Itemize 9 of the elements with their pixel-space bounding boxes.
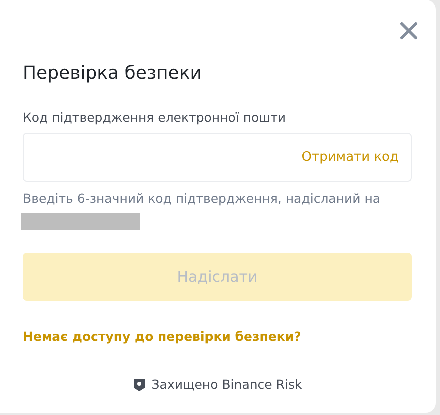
help-link[interactable]: Немає доступу до перевірки безпеки? [23, 328, 302, 347]
shield-icon [132, 378, 146, 392]
dialog-title: Перевірка безпеки [23, 63, 203, 85]
code-input-field[interactable]: Отримати код [23, 133, 412, 182]
field-label: Код підтвердження електронної пошти [23, 108, 288, 127]
hint-text: Введіть 6-значний код підтвердження, надісланий на [23, 190, 382, 208]
close-button[interactable] [398, 20, 420, 42]
get-code-link[interactable]: Отримати код [302, 148, 399, 168]
footer-text: Захищено Binance Risk [152, 376, 302, 394]
